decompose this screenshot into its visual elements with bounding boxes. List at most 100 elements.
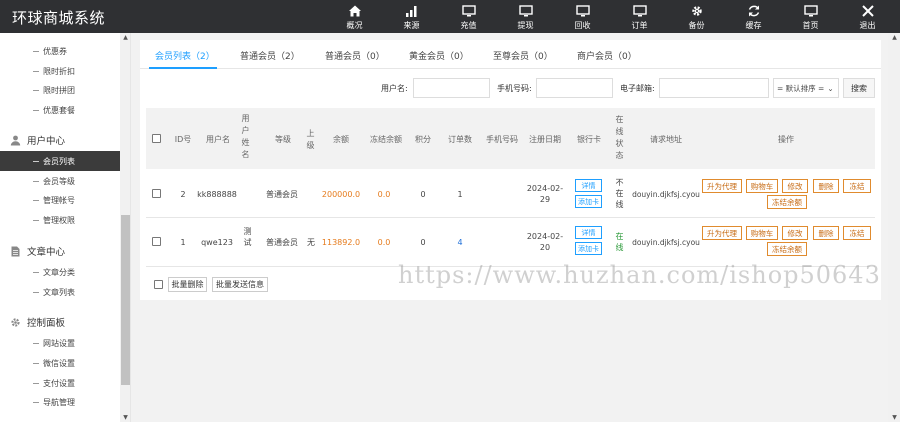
cell-level: 普通会员 (266, 238, 298, 247)
nav-source[interactable]: 来源 (383, 0, 440, 33)
sidebar-item-label: 管理帐号 (43, 195, 75, 205)
nav-overview[interactable]: 概况 (326, 0, 383, 33)
sidebar-group-title: 用户中心 (27, 136, 66, 147)
freeze-button[interactable]: 冻结 (843, 226, 871, 240)
nav-backup[interactable]: 备份 (668, 0, 725, 33)
tab-merchant-members[interactable]: 商户会员（0） (577, 49, 637, 62)
sidebar-item-admin-accounts[interactable]: 管理帐号 (0, 190, 120, 210)
username-input[interactable] (413, 78, 490, 98)
cell-orders[interactable]: 4 (441, 237, 479, 248)
sidebar-item-label: 管理权限 (43, 215, 75, 225)
monitor-icon (632, 5, 647, 17)
sidebar-group-article-center[interactable]: 文章中心 (0, 244, 120, 258)
col-bankcard: 银行卡 (577, 135, 601, 144)
bar-chart-icon (405, 6, 416, 17)
batch-delete-button[interactable]: 批量删除 (168, 277, 207, 292)
sidebar-item-discount[interactable]: 限时折扣 (0, 61, 120, 81)
delete-button[interactable]: 删除 (813, 226, 839, 240)
sidebar-item-article-list[interactable]: 文章列表 (0, 282, 120, 302)
col-phone: 手机号码 (486, 135, 518, 144)
freeze-button[interactable]: 冻结 (843, 179, 871, 193)
nav-recycle[interactable]: 回收 (554, 0, 611, 33)
bankcard-detail-button[interactable]: 详情 (575, 179, 602, 192)
sidebar-item-wechat-settings[interactable]: 微信设置 (0, 353, 120, 373)
upgrade-agent-button[interactable]: 升为代理 (702, 179, 742, 193)
sidebar-item-article-categories[interactable]: 文章分类 (0, 262, 120, 282)
col-frozen: 冻结余额 (370, 135, 402, 144)
tab-all-members[interactable]: 会员列表（2） (155, 49, 215, 62)
cell-username: kk888888 (197, 190, 237, 199)
tab-normal-members-a[interactable]: 普通会员（2） (240, 49, 300, 62)
tab-gold-members[interactable]: 黄金会员（0） (409, 49, 469, 62)
cell-request-url: douyin.djkfsj.cyou (632, 238, 700, 247)
cell-regdate: 2024-02-29 (526, 184, 564, 204)
add-card-button[interactable]: 添加卡 (575, 242, 602, 255)
sidebar-item-group-buy[interactable]: 限时拼团 (0, 80, 120, 100)
nav-home[interactable]: 首页 (782, 0, 839, 33)
home-icon (348, 5, 361, 17)
phone-input[interactable] (536, 78, 613, 98)
footer-select-all-checkbox[interactable] (154, 280, 163, 289)
nav-label: 提现 (517, 21, 534, 30)
sidebar-scroll-thumb[interactable] (121, 215, 130, 385)
nav-withdraw[interactable]: 提现 (497, 0, 554, 33)
sidebar-item-admin-permissions[interactable]: 管理权限 (0, 210, 120, 230)
monitor-icon (803, 5, 818, 17)
tab-supreme-members[interactable]: 至尊会员（0） (493, 49, 553, 62)
delete-button[interactable]: 删除 (813, 179, 839, 193)
upgrade-agent-button[interactable]: 升为代理 (702, 226, 742, 240)
email-input[interactable] (659, 78, 769, 98)
member-tabs: 会员列表（2） 普通会员（2） 普通会员（0） 黄金会员（0） 至尊会员（0） … (140, 40, 881, 69)
col-points: 积分 (415, 135, 431, 144)
add-card-button[interactable]: 添加卡 (575, 195, 602, 208)
sidebar-item-navigation[interactable]: 导航管理 (0, 392, 120, 412)
cell-balance: 113892.0 (321, 238, 361, 247)
nav-logout[interactable]: 退出 (839, 0, 896, 33)
edit-button[interactable]: 修改 (782, 179, 808, 193)
sidebar-group-control-panel[interactable]: 控制面板 (0, 315, 120, 329)
cell-frozen: 0.0 (377, 238, 391, 247)
cell-request-url: douyin.djkfsj.cyou (632, 190, 700, 199)
cell-id: 1 (180, 238, 186, 247)
tab-normal-members-b[interactable]: 普通会员（0） (325, 49, 385, 62)
sidebar-item-member-level[interactable]: 会员等级 (0, 171, 120, 191)
sort-select[interactable]: = 默认排序 = ⌄ (773, 78, 839, 98)
scroll-down-arrow-icon[interactable]: ▼ (122, 414, 129, 421)
nav-orders[interactable]: 订单 (611, 0, 668, 33)
search-button[interactable]: 搜索 (843, 78, 875, 98)
cell-balance: 200000.0 (321, 190, 361, 199)
cart-button[interactable]: 购物车 (746, 179, 778, 193)
batch-message-button[interactable]: 批量发送信息 (212, 277, 268, 292)
bankcard-detail-button[interactable]: 详情 (575, 226, 602, 239)
freeze-balance-button[interactable]: 冻结余额 (767, 195, 807, 209)
document-icon (11, 246, 20, 256)
sidebar-group-user-center[interactable]: 用户中心 (0, 133, 120, 147)
edit-button[interactable]: 修改 (782, 226, 808, 240)
cell-online-status: 不在线 (615, 178, 624, 209)
table-row: 2 kk888888 普通会员 200000.0 0.0 0 1 2024-02… (146, 170, 875, 218)
cell-frozen: 0.0 (377, 190, 391, 199)
sidebar-item-bundle[interactable]: 优惠套餐 (0, 100, 120, 120)
sidebar-item-site-settings[interactable]: 网站设置 (0, 333, 120, 353)
sidebar-item-label: 限时拼团 (43, 85, 75, 95)
select-all-checkbox[interactable] (152, 134, 161, 143)
sidebar-item-label: 微信设置 (43, 358, 75, 368)
page-scrollbar[interactable]: ▲ ▼ (888, 33, 900, 422)
row-checkbox[interactable] (152, 189, 161, 198)
scroll-up-arrow-icon[interactable]: ▲ (122, 34, 129, 41)
sidebar-item-coupon[interactable]: 优惠券 (0, 41, 120, 61)
scroll-down-arrow-icon[interactable]: ▼ (891, 414, 898, 421)
sidebar-item-member-list[interactable]: 会员列表 (0, 151, 120, 171)
refresh-icon (748, 5, 759, 17)
monitor-icon (518, 5, 533, 17)
sidebar-item-payment-settings[interactable]: 支付设置 (0, 373, 120, 393)
freeze-balance-button[interactable]: 冻结余额 (767, 242, 807, 256)
cart-button[interactable]: 购物车 (746, 226, 778, 240)
username-label: 用户名: (381, 84, 408, 93)
sidebar-scrollbar[interactable]: ▲ ▼ (120, 33, 130, 422)
sidebar-item-label: 支付设置 (43, 378, 75, 388)
nav-recharge[interactable]: 充值 (440, 0, 497, 33)
nav-cache[interactable]: 缓存 (725, 0, 782, 33)
scroll-up-arrow-icon[interactable]: ▲ (891, 34, 898, 41)
row-checkbox[interactable] (152, 237, 161, 246)
